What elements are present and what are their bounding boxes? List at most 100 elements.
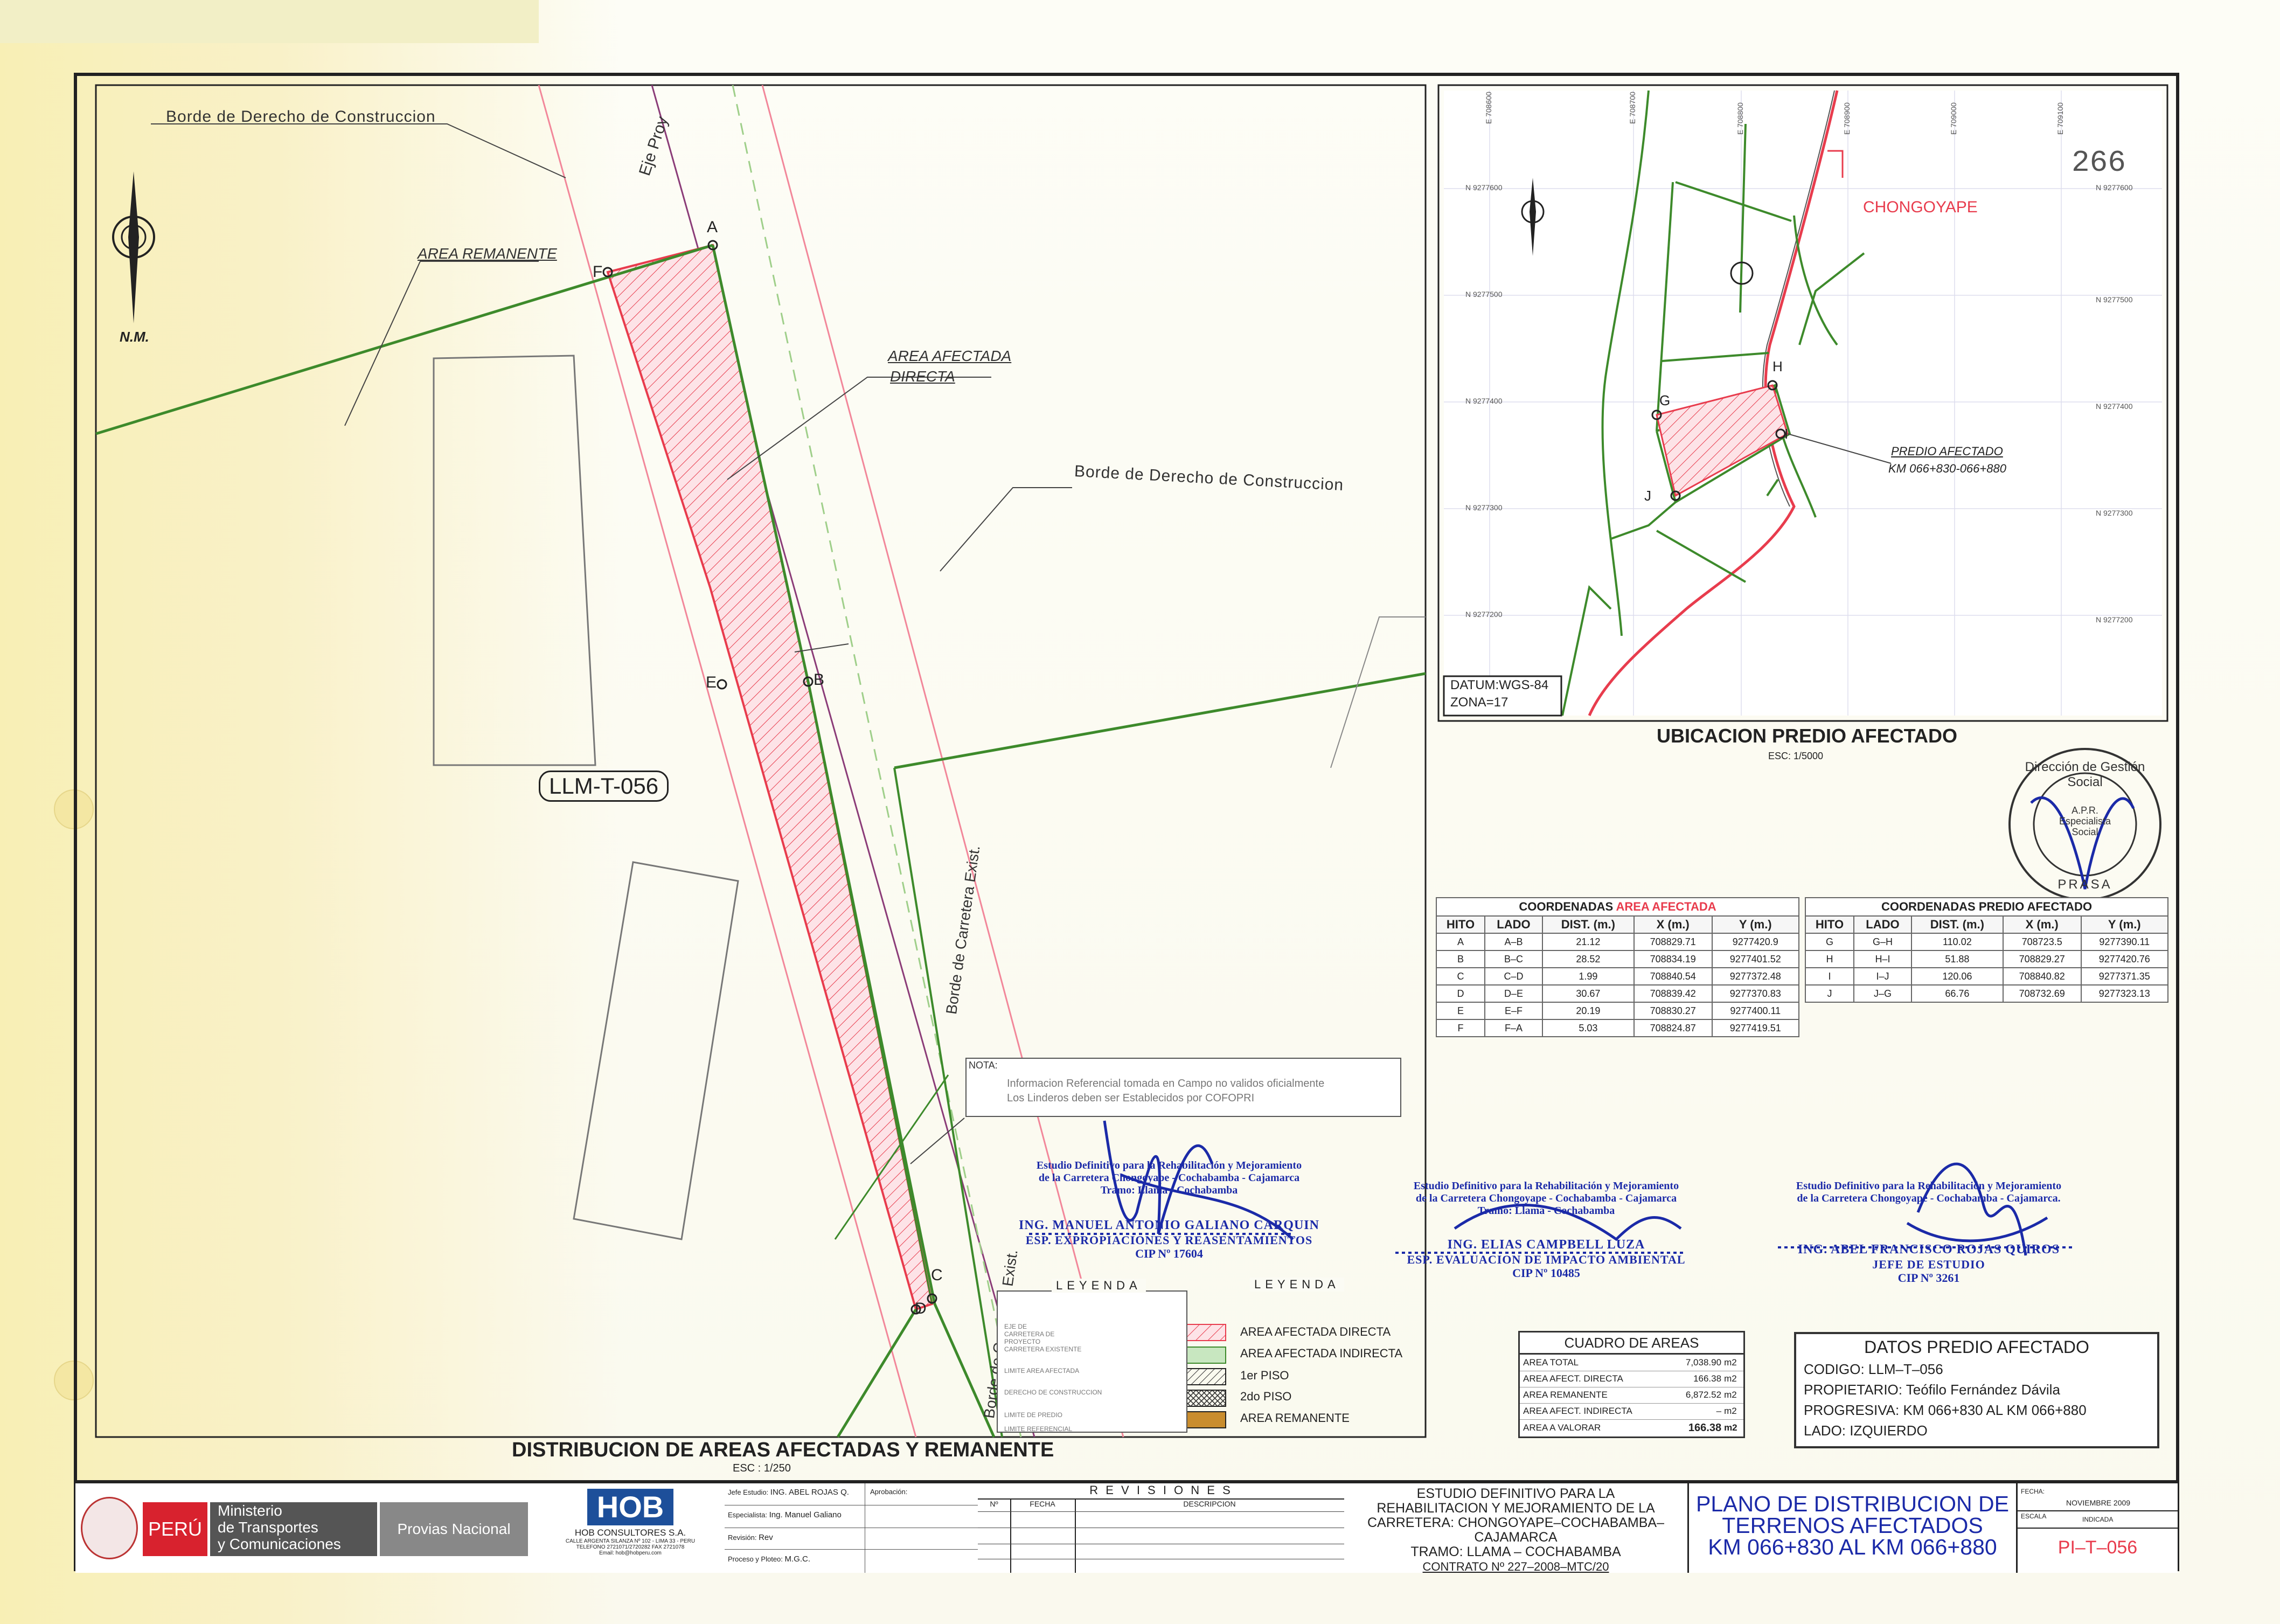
cell: 708824.87 xyxy=(1633,1019,1713,1037)
north-tick: N 9277500 xyxy=(1465,290,1503,299)
place-label: CHONGOYAPE xyxy=(1863,198,1978,216)
coord-area-table: COORDENADAS AREA AFECTADA HITO LADO DIST… xyxy=(1436,897,1800,1037)
tick-mark xyxy=(794,643,849,653)
ministry-line: y Comunicaciones xyxy=(218,1536,341,1552)
table-row: I I–J 120.06 708840.82 9277371.35 xyxy=(1805,967,2169,985)
building-outline xyxy=(573,861,739,1240)
legend-item: EJE DE CARRETERA DE PROYECTO xyxy=(1004,1323,1055,1345)
legend-item: AREA REMANENTE xyxy=(1240,1411,1350,1425)
ministry-logo: Ministerio de Transportes y Comunicacion… xyxy=(210,1502,377,1556)
legend-item: CARRETERA EXISTENTE xyxy=(1004,1345,1082,1353)
cell: 708834.19 xyxy=(1633,950,1713,968)
point-label-h: H xyxy=(1772,358,1783,374)
progresiva-value: KM 066+830 AL KM 066+880 xyxy=(1903,1402,2087,1418)
point-label-f: F xyxy=(593,263,603,281)
cell: 9277372.48 xyxy=(1711,967,1800,985)
cuadro-areas: CUADRO DE AREAS AREA TOTAL 7,038.90 m2 ARE… xyxy=(1518,1331,1745,1438)
propietario-value: Teófilo Fernández Dávila xyxy=(1906,1382,2060,1398)
cell: 9277420.9 xyxy=(1711,933,1800,951)
cuadro-title: CUADRO DE AREAS xyxy=(1520,1332,1743,1355)
table-row: AREA TOTAL 7,038.90 m2 xyxy=(1520,1355,1743,1371)
cell: m2 xyxy=(1724,1422,1737,1433)
cell: 708829.71 xyxy=(1633,933,1713,951)
col-header: HITO xyxy=(1805,915,1854,934)
cell: 66.76 xyxy=(1910,984,2004,1003)
stamp-role: ESP. EVALUACION DE IMPACTO AMBIENTAL xyxy=(1407,1252,1686,1266)
cell: J–G xyxy=(1853,984,1912,1003)
project-line: CARRETERA: CHONGOYAPE–COCHABAMBA–CAJAMAR… xyxy=(1367,1515,1665,1545)
progresiva-label: PROGRESIVA: xyxy=(1804,1402,1900,1418)
datum-label: DATUM:WGS-84 xyxy=(1450,678,1549,692)
hob-address: CALLE ARGENTA SILANZA Nº 102 - LIMA 33 -… xyxy=(565,1538,696,1544)
cell: 9277390.11 xyxy=(2080,933,2169,951)
fecha-value: NOVIEMBRE 2009 xyxy=(2066,1498,2131,1507)
cell: 708723.5 xyxy=(2002,933,2082,951)
propietario-label: PROPIETARIO: xyxy=(1804,1382,1902,1398)
nota-box: NOTA: Informacion Referencial tomada en … xyxy=(965,1058,1401,1117)
aprobacion-label: Aprobación: xyxy=(870,1488,908,1496)
rev-fecha-header: FECHA xyxy=(1030,1500,1055,1508)
cell: 9277323.13 xyxy=(2080,984,2169,1003)
legend-item: LIMITE DE PREDIO xyxy=(1004,1411,1063,1419)
cell: m2 xyxy=(1724,1373,1737,1384)
cell: AREA AFECT. DIRECTA xyxy=(1523,1373,1623,1384)
location-map xyxy=(1443,90,2162,717)
east-tick: E 708800 xyxy=(1736,102,1744,135)
lado-label: LADO: xyxy=(1804,1422,1846,1439)
stamp-name: ING. ELIAS CAMPBELL LUZA xyxy=(1447,1238,1645,1252)
seal-text: A.P.R. xyxy=(2072,805,2098,816)
zona-label: ZONA=17 xyxy=(1450,695,1509,710)
title-block: PERÚ Ministerio de Transportes y Comunic… xyxy=(75,1480,2178,1573)
predio-label: PREDIO AFECTADO xyxy=(1891,445,2003,458)
cell: AREA A VALORAR xyxy=(1523,1422,1601,1433)
caption-text: COORDENADAS xyxy=(1519,900,1614,913)
ministry-line: Ministerio xyxy=(218,1502,282,1519)
east-tick: E 708900 xyxy=(1843,102,1851,135)
plan-title-line: PLANO DE DISTRIBUCION DE xyxy=(1696,1491,2009,1516)
table-row: AREA A VALORAR 166.38 m2 xyxy=(1520,1419,1743,1436)
stamp-line: de la Carretera Chongoyape - Cochabamba … xyxy=(1797,1192,2061,1204)
stamp-name: ING. ABEL FRANCISCO ROJAS QUIROS xyxy=(1797,1243,2060,1257)
cell: 110.02 xyxy=(1910,933,2004,951)
peru-coat-of-arms-icon xyxy=(81,1497,138,1559)
cell: 9277419.51 xyxy=(1711,1019,1800,1037)
cell: AREA TOTAL xyxy=(1523,1357,1579,1368)
stamp-line: Tramo: Llama - Cochabamba xyxy=(1100,1184,1238,1196)
cell: 6,872.52 xyxy=(1685,1390,1722,1400)
north-tick: N 9277400 xyxy=(1465,397,1503,405)
area-afectada-label: AREA AFECTADA xyxy=(888,348,1012,364)
sheet-info-cell: FECHA: NOVIEMBRE 2009 ESCALA INDICADA PI… xyxy=(2018,1483,2178,1573)
nota-line1: Informacion Referencial tomada en Campo … xyxy=(1007,1078,1325,1089)
table-row: D D–E 30.67 708839.42 9277370.83 xyxy=(1436,984,1800,1003)
project-cell: ESTUDIO DEFINITIVO PARA LA REHABILITACIO… xyxy=(1344,1483,1689,1573)
stamp-role: ESP. EXPROPIACIONES Y REASENTAMIENTOS xyxy=(1025,1233,1313,1247)
stamp-line: Tramo: Llama - Cochabamba xyxy=(1477,1205,1615,1217)
table-row: H H–I 51.88 708829.27 9277420.76 xyxy=(1805,950,2169,968)
cell: m2 xyxy=(1724,1406,1737,1416)
right-of-way-label: Borde de Derecho de Construccion xyxy=(166,108,436,126)
codigo-label: CODIGO: xyxy=(1804,1361,1865,1377)
legend-item: 2do PISO xyxy=(1240,1390,1292,1403)
table-row: F F–A 5.03 708824.87 9277419.51 xyxy=(1436,1019,1800,1037)
cell: 166.38 xyxy=(1693,1373,1722,1384)
point-label-c: C xyxy=(931,1266,943,1284)
legend-left: LEYENDA EJE DE CARRETERA DE PROYECTO CAR… xyxy=(997,1279,1187,1433)
col-header: LADO xyxy=(1484,915,1543,934)
cell: I–J xyxy=(1853,967,1912,985)
col-header: X (m.) xyxy=(1633,915,1713,934)
cell: 166.38 xyxy=(1688,1421,1722,1434)
col-header: DIST. (m.) xyxy=(1910,915,2004,934)
ministry-cell: PERÚ Ministerio de Transportes y Comunic… xyxy=(75,1483,538,1573)
legend-right: LEYENDA AREA AFECTADA DIRECTA AREA AFECT… xyxy=(1174,1278,1422,1433)
cell: 708830.27 xyxy=(1633,1002,1713,1020)
cell: 51.88 xyxy=(1910,950,2004,968)
cuadro-table: AREA TOTAL 7,038.90 m2 AREA AFECT. DIRECTA… xyxy=(1520,1355,1743,1436)
sheet-code: PI–T–056 xyxy=(2057,1537,2138,1558)
datos-title: DATOS PREDIO AFECTADO xyxy=(1864,1337,2089,1357)
location-scale: ESC: 1/5000 xyxy=(1768,751,1824,761)
north-arrow-icon xyxy=(112,171,155,323)
leader-line xyxy=(344,261,539,426)
legend-title: LEYENDA xyxy=(1250,1278,1344,1292)
stamp-role: JEFE DE ESTUDIO xyxy=(1872,1257,1985,1271)
cell: – xyxy=(1716,1406,1722,1416)
